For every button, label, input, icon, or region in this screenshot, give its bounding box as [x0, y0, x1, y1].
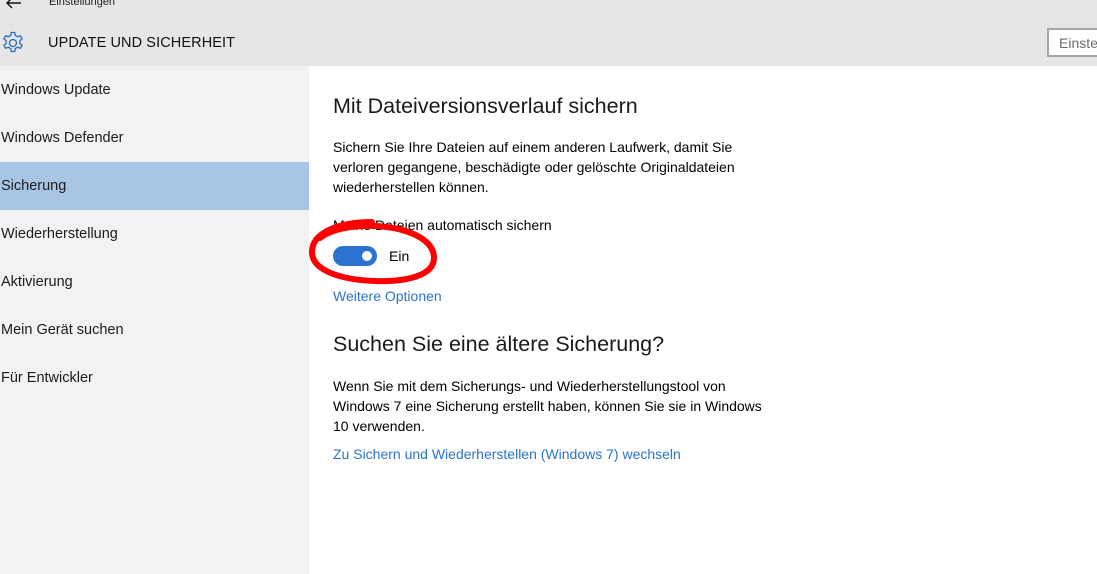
- sidebar-item-label: Aktivierung: [1, 274, 73, 290]
- title-bar: Einstellungen UPDATE UND SICHERHEIT: [0, 0, 1097, 66]
- sidebar-item-label: Für Entwickler: [1, 370, 93, 386]
- sidebar-item-label: Mein Gerät suchen: [1, 322, 124, 338]
- more-options-link[interactable]: Weitere Optionen: [333, 287, 442, 305]
- backup-description: Sichern Sie Ihre Dateien auf einem ander…: [333, 139, 735, 195]
- main-content: Mit Dateiversionsverlauf sichern Sichern…: [309, 66, 1097, 574]
- auto-backup-toggle[interactable]: [333, 246, 377, 266]
- win7-backup-link[interactable]: Zu Sichern und Wiederherstellen (Windows…: [333, 445, 681, 463]
- auto-backup-label: Meine Dateien automatisch sichern: [333, 217, 552, 233]
- sidebar-item-label: Sicherung: [1, 178, 67, 194]
- sidebar-item-wiederherstellung[interactable]: Wiederherstellung: [0, 210, 309, 258]
- older-backup-description: Wenn Sie mit dem Sicherungs- und Wiederh…: [333, 378, 762, 434]
- sidebar: Windows Update Windows Defender Sicherun…: [0, 66, 309, 574]
- sidebar-item-mein-geraet-suchen[interactable]: Mein Gerät suchen: [0, 306, 309, 354]
- back-button[interactable]: [2, 0, 26, 12]
- page-title: UPDATE UND SICHERHEIT: [48, 35, 236, 51]
- sidebar-item-fuer-entwickler[interactable]: Für Entwickler: [0, 354, 309, 402]
- sidebar-item-label: Windows Update: [1, 82, 111, 98]
- older-backup-heading: Suchen Sie eine ältere Sicherung?: [333, 332, 665, 356]
- sidebar-item-windows-defender[interactable]: Windows Defender: [0, 114, 309, 162]
- auto-backup-state: Ein: [389, 248, 410, 264]
- toggle-knob: [362, 251, 372, 261]
- sidebar-item-aktivierung[interactable]: Aktivierung: [0, 258, 309, 306]
- back-arrow-icon: [6, 0, 21, 9]
- gear-icon: [3, 31, 23, 53]
- settings-search-input[interactable]: [1047, 28, 1097, 57]
- backup-heading: Mit Dateiversionsverlauf sichern: [333, 94, 638, 118]
- sidebar-item-sicherung[interactable]: Sicherung: [0, 162, 309, 210]
- sidebar-item-label: Windows Defender: [1, 130, 124, 146]
- app-title: Einstellungen: [49, 0, 116, 8]
- sidebar-item-label: Wiederherstellung: [1, 226, 118, 242]
- sidebar-item-windows-update[interactable]: Windows Update: [0, 66, 309, 114]
